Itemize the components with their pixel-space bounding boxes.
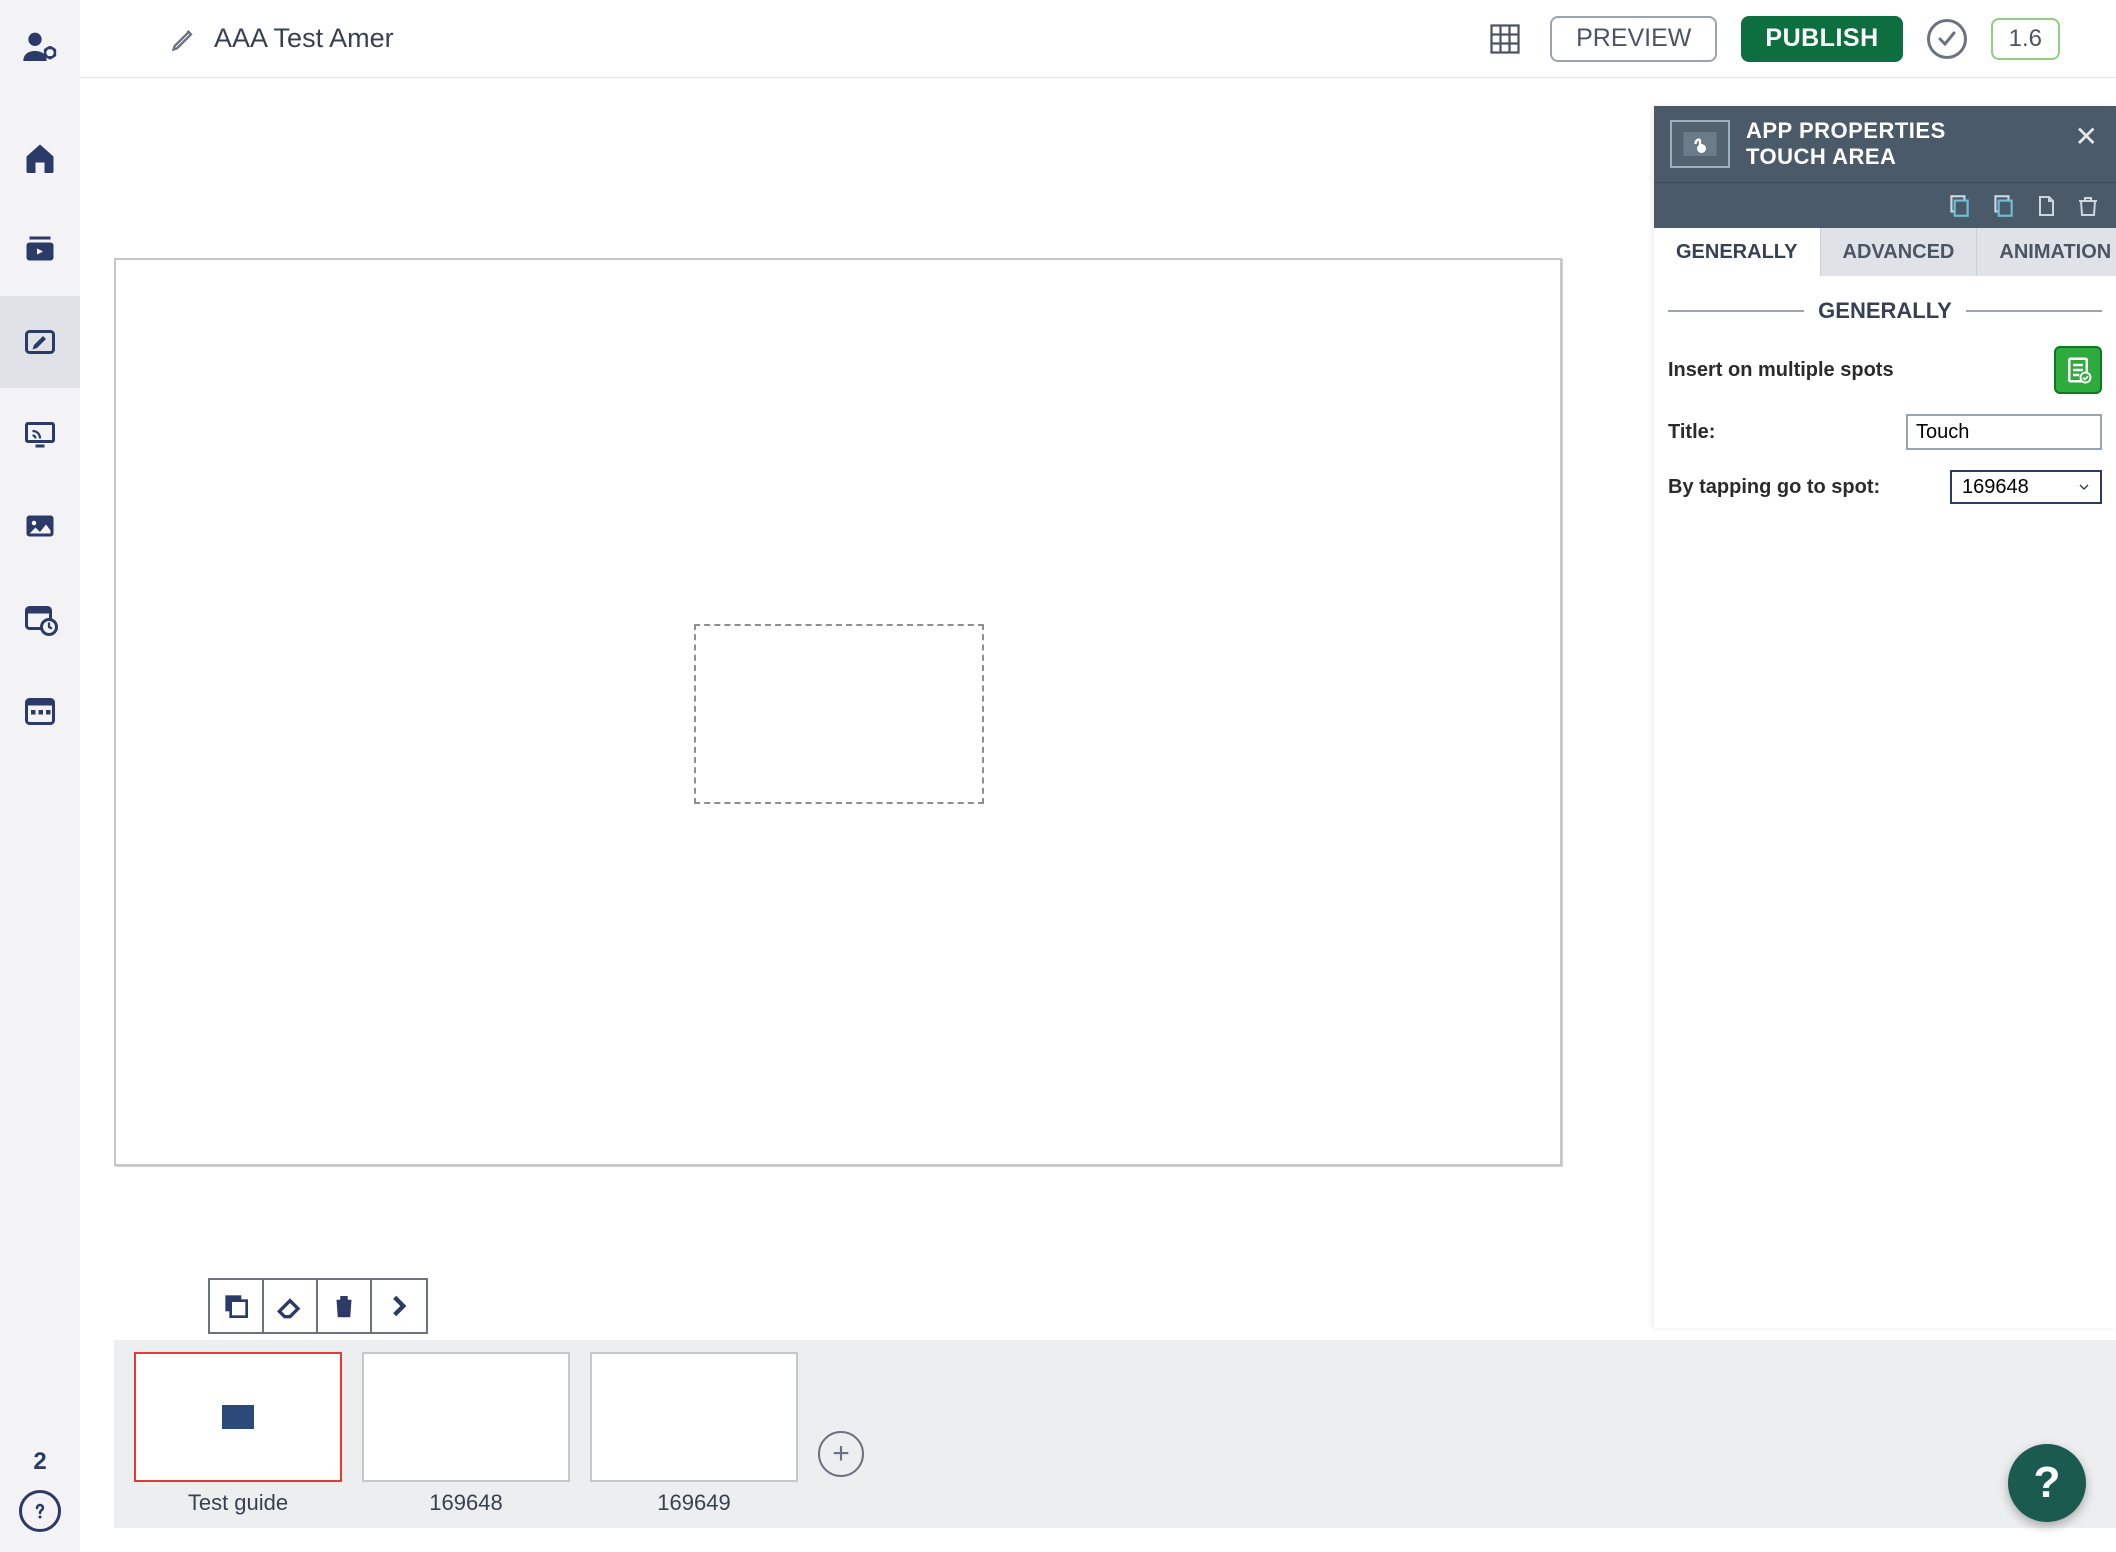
insert-multiple-label: Insert on multiple spots [1668, 359, 1894, 382]
thumbnail-item[interactable]: Test guide [134, 1352, 342, 1516]
thumbnail-preview[interactable] [590, 1352, 798, 1482]
sidebar-item-home[interactable] [0, 112, 80, 204]
sidebar-item-image[interactable] [0, 480, 80, 572]
stack-icon [220, 1290, 252, 1322]
left-sidebar: > 2 [0, 0, 80, 1552]
thumbnail-strip: Test guide 169648 169649 + [114, 1340, 2116, 1528]
thumbnail-item[interactable]: 169649 [590, 1352, 798, 1516]
thumbnail-label: Test guide [188, 1490, 288, 1516]
project-title[interactable]: AAA Test Amer [214, 23, 394, 54]
eraser-icon [274, 1290, 306, 1322]
properties-body: GENERALLY Insert on multiple spots Title… [1654, 276, 2116, 540]
thumbnail-content-icon [222, 1405, 254, 1429]
next-button[interactable] [372, 1280, 426, 1332]
tab-advanced[interactable]: ADVANCED [1821, 228, 1978, 276]
title-input[interactable] [1906, 414, 2102, 450]
delete-button[interactable] [318, 1280, 372, 1332]
erase-button[interactable] [264, 1280, 318, 1332]
trash-icon[interactable] [2076, 193, 2100, 219]
properties-tabs: GENERALLY ADVANCED ANIMATION [1654, 228, 2116, 276]
sidebar-count: 2 [33, 1448, 46, 1476]
properties-header-line2: TOUCH AREA [1746, 144, 1946, 170]
preview-button[interactable]: PREVIEW [1550, 16, 1717, 62]
sidebar-item-video[interactable] [0, 204, 80, 296]
properties-header-line1: APP PROPERTIES [1746, 118, 1946, 144]
sidebar-item-edit[interactable] [0, 296, 80, 388]
copy-icon[interactable] [1946, 193, 1972, 219]
publish-button[interactable]: PUBLISH [1741, 16, 1902, 62]
properties-panel: APP PROPERTIES TOUCH AREA ✕ GENERALLY AD… [1654, 106, 2116, 1328]
thumbnail-toolbar [208, 1278, 428, 1334]
check-icon [1935, 27, 1959, 51]
status-check-button[interactable] [1927, 19, 1967, 59]
plus-icon: + [832, 1437, 850, 1471]
document-icon[interactable] [2034, 193, 2058, 219]
tab-generally[interactable]: GENERALLY [1654, 228, 1821, 276]
pencil-icon[interactable] [170, 25, 198, 53]
video-icon [22, 232, 58, 268]
top-bar: AAA Test Amer PREVIEW PUBLISH 1.6 [80, 0, 2116, 78]
grid-toggle-button[interactable] [1484, 18, 1526, 60]
thumbnail-preview[interactable] [134, 1352, 342, 1482]
section-title: GENERALLY [1818, 298, 1952, 324]
document-insert-icon [2063, 355, 2093, 385]
sidebar-item-schedule[interactable] [0, 572, 80, 664]
version-badge[interactable]: 1.6 [1991, 18, 2060, 60]
thumbnail-label: 169648 [429, 1490, 502, 1516]
tab-animation[interactable]: ANIMATION [1977, 228, 2116, 276]
duplicate-button[interactable] [210, 1280, 264, 1332]
canvas-area: APP PROPERTIES TOUCH AREA ✕ GENERALLY AD… [80, 78, 2116, 1552]
goto-label: By tapping go to spot: [1668, 476, 1880, 499]
properties-toolbar [1654, 182, 2116, 228]
divider [1966, 310, 2102, 312]
thumbnail-item[interactable]: 169648 [362, 1352, 570, 1516]
goto-spot-select[interactable]: 169648 [1950, 470, 2102, 504]
chevron-right-icon [386, 1290, 412, 1322]
cast-icon [22, 416, 58, 452]
sidebar-item-user-settings[interactable] [0, 0, 80, 92]
thumbnail-label: 169649 [657, 1490, 730, 1516]
sidebar-item-calendar[interactable] [0, 664, 80, 756]
grid-icon [1487, 21, 1523, 57]
sidebar-item-cast[interactable] [0, 388, 80, 480]
trash-icon [329, 1290, 359, 1322]
calendar-icon [22, 692, 58, 728]
sidebar-help-button[interactable] [19, 1490, 61, 1532]
user-gear-icon [20, 26, 60, 66]
touch-area-element[interactable] [694, 624, 984, 804]
touch-area-header-icon [1670, 120, 1730, 168]
thumbnail-preview[interactable] [362, 1352, 570, 1482]
insert-multiple-button[interactable] [2054, 346, 2102, 394]
help-fab-button[interactable]: ? [2008, 1444, 2086, 1522]
title-label: Title: [1668, 421, 1715, 444]
add-slide-button[interactable]: + [818, 1431, 864, 1477]
calendar-clock-icon [22, 600, 58, 636]
question-icon: ? [2034, 1458, 2061, 1508]
divider [1668, 310, 1804, 312]
question-icon [28, 1499, 52, 1523]
paste-icon[interactable] [1990, 193, 2016, 219]
chevron-down-icon [2076, 479, 2092, 495]
properties-header: APP PROPERTIES TOUCH AREA ✕ [1654, 106, 2116, 182]
close-icon[interactable]: ✕ [2075, 120, 2098, 153]
edit-icon [22, 324, 58, 360]
image-icon [22, 508, 58, 544]
canvas-frame[interactable] [114, 258, 1562, 1166]
home-icon [22, 140, 58, 176]
goto-spot-value: 169648 [1962, 476, 2029, 499]
